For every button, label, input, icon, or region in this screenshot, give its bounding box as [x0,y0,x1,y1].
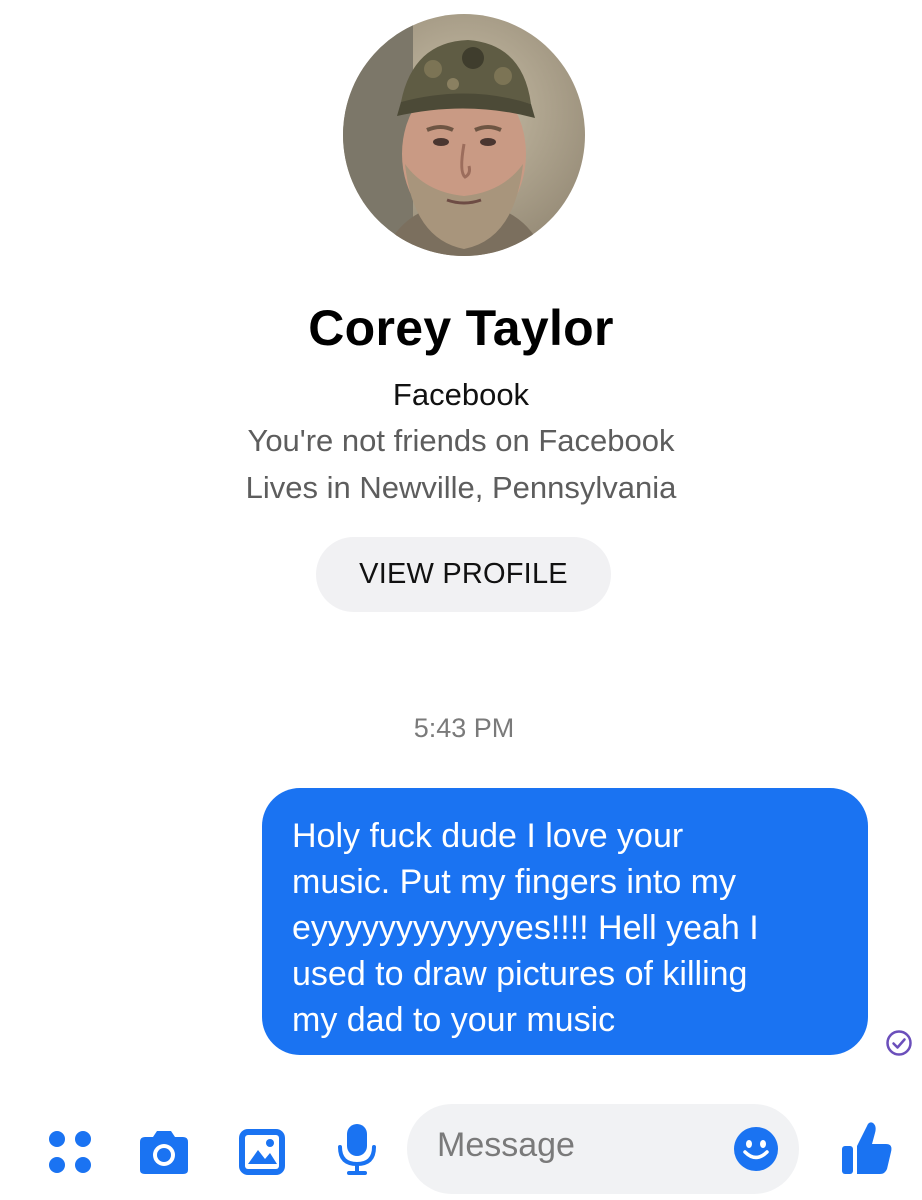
more-icon[interactable] [46,1128,94,1176]
microphone-icon[interactable] [335,1122,379,1178]
outgoing-message-bubble[interactable]: Holy fuck dude I love your music. Put my… [262,788,868,1055]
profile-platform: Facebook [392,377,530,412]
message-line: Holy fuck dude I love your [292,817,684,855]
profile-location: Lives in Newville, Pennsylvania [245,470,677,505]
avatar-photo [343,14,585,256]
camera-icon[interactable] [136,1128,192,1176]
message-placeholder: Message [437,1126,575,1164]
message-line: my dad to your music [292,1001,616,1039]
like-icon[interactable] [840,1120,894,1176]
seen-check-icon [886,1030,912,1056]
message-timestamp: 5:43 PM [413,713,515,743]
message-line: eyyyyyyyyyyyyes!!!! Hell yeah I [292,909,759,947]
gallery-icon[interactable] [236,1126,288,1178]
message-line: music. Put my fingers into my [292,863,737,901]
message-line: used to draw pictures of killing [292,955,748,993]
message-input[interactable]: Message [407,1104,799,1194]
profile-name: Corey Taylor [308,300,614,356]
avatar[interactable] [343,14,585,256]
view-profile-button[interactable]: VIEW PROFILE [316,537,611,612]
friend-status: You're not friends on Facebook [247,423,675,458]
emoji-icon[interactable] [732,1125,780,1173]
